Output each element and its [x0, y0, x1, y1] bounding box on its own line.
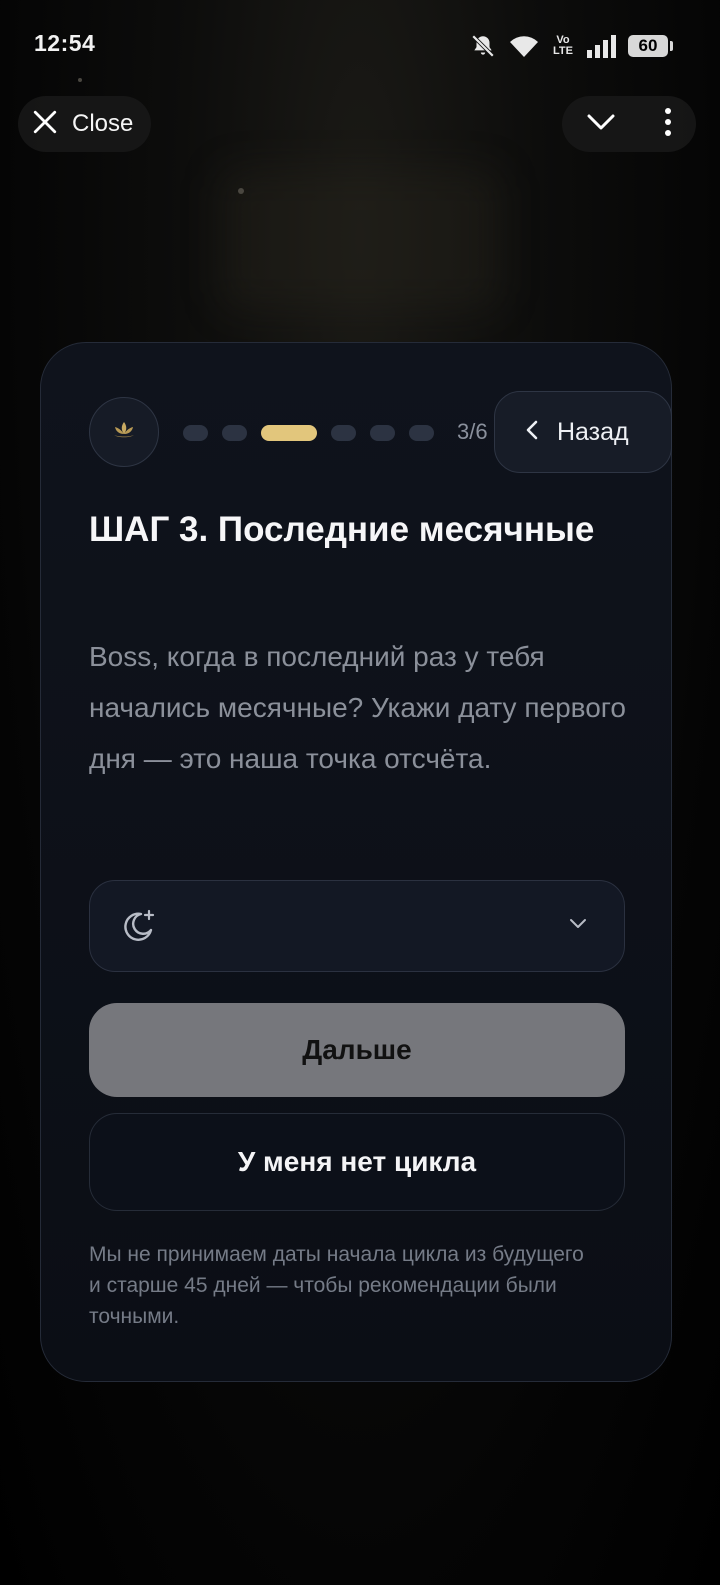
status-time: 12:54	[34, 30, 96, 56]
close-button[interactable]: Close	[18, 96, 152, 152]
no-cycle-button[interactable]: У меня нет цикла	[89, 1113, 625, 1211]
status-bar: 12:54 Vo LTE 60	[0, 0, 720, 90]
chevron-left-icon	[525, 419, 539, 446]
back-label: Назад	[557, 417, 629, 446]
wifi-icon	[508, 33, 540, 59]
date-rule-note: Мы не принимаем даты начала цикла из буд…	[89, 1243, 584, 1328]
top-actions	[562, 96, 696, 152]
close-label: Close	[72, 110, 134, 137]
onboarding-card: 3/6 Назад ШАГ 3. Последние месячные Boss…	[40, 342, 672, 1382]
next-button[interactable]: Дальше	[89, 1003, 625, 1097]
progress-dot	[331, 425, 356, 441]
battery-level: 60	[638, 36, 658, 55]
progress-dot	[183, 425, 208, 441]
back-button[interactable]: Назад	[494, 391, 672, 473]
volte-icon: Vo LTE	[552, 35, 574, 57]
background-dot	[238, 188, 244, 194]
more-vert-icon[interactable]	[663, 107, 673, 142]
progress-dot	[370, 425, 395, 441]
chevron-down-icon	[568, 917, 588, 936]
progress-dot-active	[261, 425, 317, 441]
step-progress	[183, 425, 434, 441]
network-label: Vo LTE	[553, 34, 573, 57]
status-icons: Vo LTE 60	[470, 30, 673, 62]
progress-dot	[409, 425, 434, 441]
logo-badge	[89, 397, 159, 467]
moon-icon	[122, 909, 156, 948]
progress-dot	[222, 425, 247, 441]
step-title: ШАГ 3. Последние месячные	[89, 510, 595, 549]
last-period-date-select[interactable]	[89, 880, 625, 972]
step-counter: 3/6	[457, 419, 488, 444]
signal-icon	[586, 34, 616, 58]
background-glow	[220, 170, 500, 310]
bell-off-icon	[470, 33, 496, 59]
lotus-icon	[112, 420, 136, 445]
close-icon	[32, 109, 58, 140]
chevron-down-icon[interactable]	[586, 112, 616, 137]
battery-icon: 60	[628, 35, 673, 57]
step-description: Boss, когда в последний раз у тебя начал…	[89, 641, 626, 774]
app-screen: 12:54 Vo LTE 60 Close 3/6 Назад ШАГ 3. П…	[0, 0, 720, 1585]
